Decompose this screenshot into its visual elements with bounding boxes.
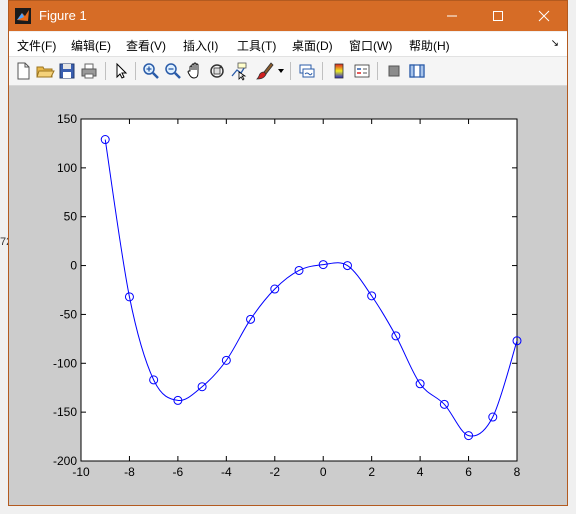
figure-toolbar xyxy=(9,57,567,86)
pointer-icon[interactable] xyxy=(111,61,131,81)
dock-figure-icon[interactable]: ↘ xyxy=(551,38,559,49)
toolbar-separator xyxy=(290,62,291,80)
x-tick-label: -6 xyxy=(173,465,184,479)
y-tick-label: 100 xyxy=(57,161,77,175)
menu-desktop[interactable]: 桌面(D) xyxy=(292,37,333,54)
y-tick-label: -100 xyxy=(53,356,77,370)
y-tick-label: 150 xyxy=(57,112,77,126)
brush-icon[interactable] xyxy=(255,61,275,81)
figure-canvas[interactable]: 150 100 50 0 -50 -100 -150 -200 -10 -8 -6 -4 -2 0 2 4 6… xyxy=(9,86,567,505)
maximize-button[interactable] xyxy=(475,1,521,31)
menu-help[interactable]: 帮助(H) xyxy=(409,37,450,54)
figure-window: Figure 1 文件(F) 编辑(E) 查看(V) 插入(I) 工具(T) 桌… xyxy=(8,0,568,506)
maximize-icon xyxy=(493,11,503,21)
pan-icon[interactable] xyxy=(185,61,205,81)
x-tick-label: 0 xyxy=(320,465,327,479)
close-button[interactable] xyxy=(521,1,567,31)
zoom-in-icon[interactable] xyxy=(141,61,161,81)
open-file-icon[interactable] xyxy=(35,61,55,81)
menu-window[interactable]: 窗口(W) xyxy=(349,37,392,54)
plot-axes[interactable]: 150100500-50-100-150-200 -10 -8 -6 -4 -2 0 2 4 6… xyxy=(9,86,567,505)
hide-plot-tools-icon[interactable] xyxy=(384,61,404,81)
link-plot-icon[interactable] xyxy=(297,61,317,81)
x-tick-label: 4 xyxy=(417,465,424,479)
menu-file[interactable]: 文件(F) xyxy=(17,37,56,54)
x-tick-label: -2 xyxy=(269,465,280,479)
x-tick-label: -8 xyxy=(124,465,135,479)
brush-dropdown-icon[interactable] xyxy=(278,69,284,73)
data-cursor-icon[interactable] xyxy=(229,61,249,81)
toolbar-separator xyxy=(322,62,323,80)
x-tick-label: 2 xyxy=(368,465,375,479)
window-title: Figure 1 xyxy=(39,8,87,23)
y-tick-label: -150 xyxy=(53,405,77,419)
y-tick-label: -50 xyxy=(60,307,78,321)
title-bar[interactable]: Figure 1 xyxy=(9,1,567,31)
minimize-icon xyxy=(447,15,457,17)
menu-bar: 文件(F) 编辑(E) 查看(V) 插入(I) 工具(T) 桌面(D) 窗口(W… xyxy=(9,32,567,57)
toolbar-separator xyxy=(377,62,378,80)
toolbar-separator xyxy=(135,62,136,80)
new-figure-icon[interactable] xyxy=(13,61,33,81)
menu-tools[interactable]: 工具(T) xyxy=(237,37,276,54)
menu-edit[interactable]: 编辑(E) xyxy=(71,37,111,54)
show-plot-tools-icon[interactable] xyxy=(407,61,427,81)
close-icon xyxy=(538,10,550,22)
x-tick-label: -10 xyxy=(72,465,90,479)
x-tick-label: 6 xyxy=(465,465,472,479)
toolbar-separator xyxy=(105,62,106,80)
legend-icon[interactable] xyxy=(352,61,372,81)
x-tick-label: -4 xyxy=(221,465,232,479)
zoom-out-icon[interactable] xyxy=(163,61,183,81)
colorbar-icon[interactable] xyxy=(329,61,349,81)
rotate-3d-icon[interactable] xyxy=(207,61,227,81)
axes-box xyxy=(80,118,518,462)
minimize-button[interactable] xyxy=(429,1,475,31)
save-icon[interactable] xyxy=(57,61,77,81)
menu-insert[interactable]: 插入(I) xyxy=(183,37,218,54)
menu-view[interactable]: 查看(V) xyxy=(126,37,166,54)
print-icon[interactable] xyxy=(79,61,99,81)
matlab-logo-icon xyxy=(15,8,31,24)
y-tick-label: 50 xyxy=(64,210,78,224)
x-tick-label: 8 xyxy=(514,465,521,479)
y-tick-label: 0 xyxy=(70,259,77,273)
